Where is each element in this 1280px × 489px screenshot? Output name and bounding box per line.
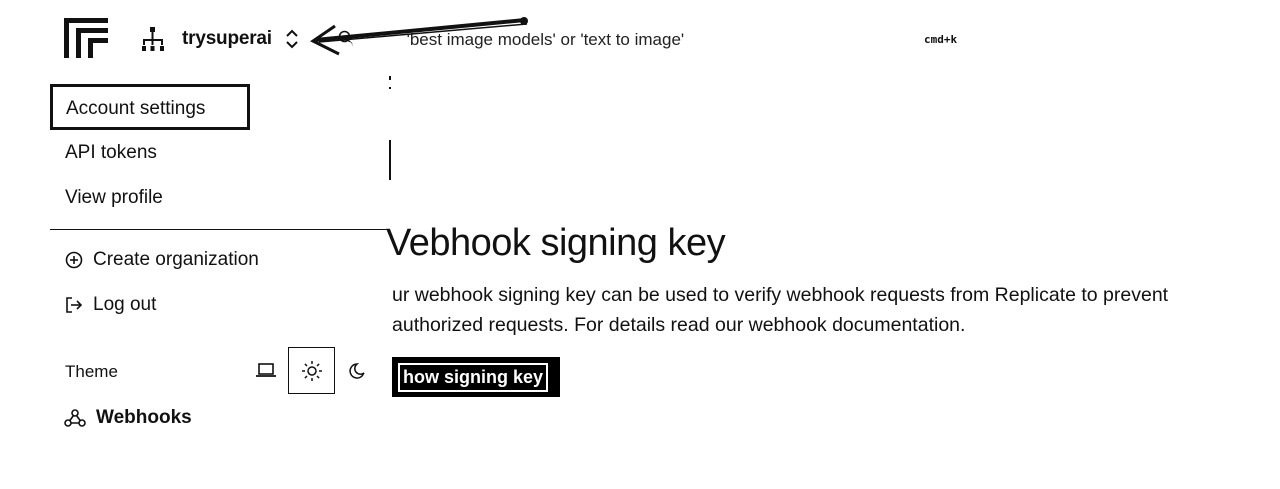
menu-item-label: Log out xyxy=(93,294,157,315)
menu-item-view-profile[interactable]: View profile xyxy=(65,187,163,209)
menu-item-account-settings[interactable]: Account settings xyxy=(50,84,250,130)
menu-edge-divider xyxy=(389,76,391,186)
sidebar-item-label: Webhooks xyxy=(96,407,192,428)
menu-item-label: Account settings xyxy=(66,98,206,119)
menu-item-api-tokens[interactable]: API tokens xyxy=(65,142,157,164)
annotation-arrow-icon xyxy=(310,17,528,56)
theme-dark-button[interactable] xyxy=(344,357,372,385)
logout-icon xyxy=(66,297,83,313)
description-line: authorized requests. For details read ou… xyxy=(392,314,966,336)
menu-item-log-out[interactable]: Log out xyxy=(65,294,156,316)
theme-label: Theme xyxy=(65,362,118,381)
plus-circle-icon xyxy=(65,251,83,269)
sidebar-item-webhooks[interactable]: Webhooks xyxy=(64,407,192,429)
menu-divider xyxy=(50,229,388,230)
page-description: ur webhook signing key can be used to ve… xyxy=(392,280,1272,340)
webhook-icon xyxy=(64,409,86,427)
replicate-logo-icon[interactable] xyxy=(64,18,108,58)
theme-light-button[interactable] xyxy=(288,347,335,394)
menu-item-create-organization[interactable]: Create organization xyxy=(65,249,259,271)
shortcut-hint: cmd+k xyxy=(924,33,958,46)
page-title: Vebhook signing key xyxy=(386,222,726,264)
button-label: how signing key xyxy=(397,362,549,392)
menu-item-label: Create organization xyxy=(93,249,259,270)
description-line: ur webhook signing key can be used to ve… xyxy=(392,284,1169,306)
organization-switcher[interactable]: trysuperai xyxy=(182,28,272,50)
laptop-icon xyxy=(256,363,276,377)
organization-icon xyxy=(142,27,164,51)
moon-icon xyxy=(349,363,365,379)
sun-icon xyxy=(301,360,322,381)
chevron-up-down-icon[interactable] xyxy=(284,28,300,50)
theme-system-button[interactable] xyxy=(252,356,280,384)
show-signing-key-button[interactable]: how signing key xyxy=(392,357,561,397)
